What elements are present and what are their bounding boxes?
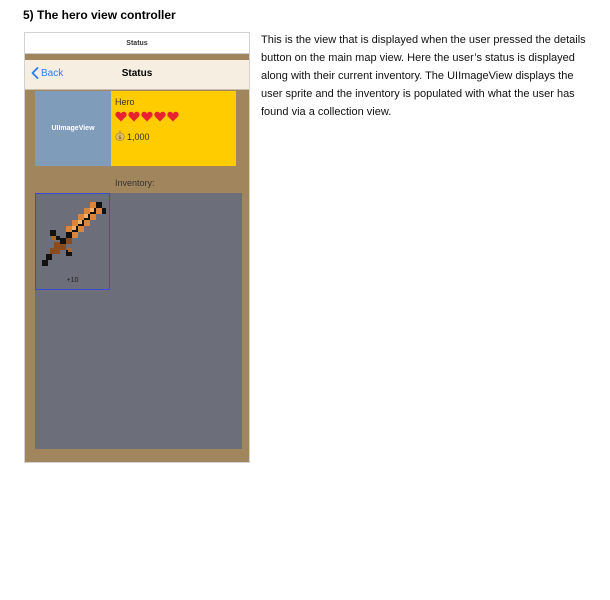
nav-title: Status [121,68,153,79]
inventory-label: Inventory: [115,178,155,188]
hero-sprite-image: UIImageView [35,91,111,166]
coin-count: $ 1,000 [115,130,150,143]
description-paragraph: This is the view that is displayed when … [261,34,586,118]
heart-icon [115,111,127,122]
heart-icon [128,111,140,122]
scene-title: Status [25,33,249,54]
heart-icon [154,111,166,122]
heart-icon [167,111,179,122]
svg-text:$: $ [118,135,122,141]
navigation-bar: Back Status [25,60,249,90]
section-heading: 5) The hero view controller [23,8,176,22]
sword-icon [38,198,108,275]
money-bag-icon: $ [115,130,125,143]
heart-icon [141,111,153,122]
hero-name: Hero [115,97,135,107]
inventory-collection-view[interactable]: +10 [35,193,242,449]
phone-screenshot: Status Back Status UIImageView Hero $ 1,… [24,32,250,463]
hero-status-panel: Hero $ 1,000 [111,91,236,166]
inventory-item[interactable]: +10 [35,193,110,290]
item-count: +10 [66,277,79,284]
coin-value: 1,000 [127,131,150,142]
health-hearts [115,111,179,122]
